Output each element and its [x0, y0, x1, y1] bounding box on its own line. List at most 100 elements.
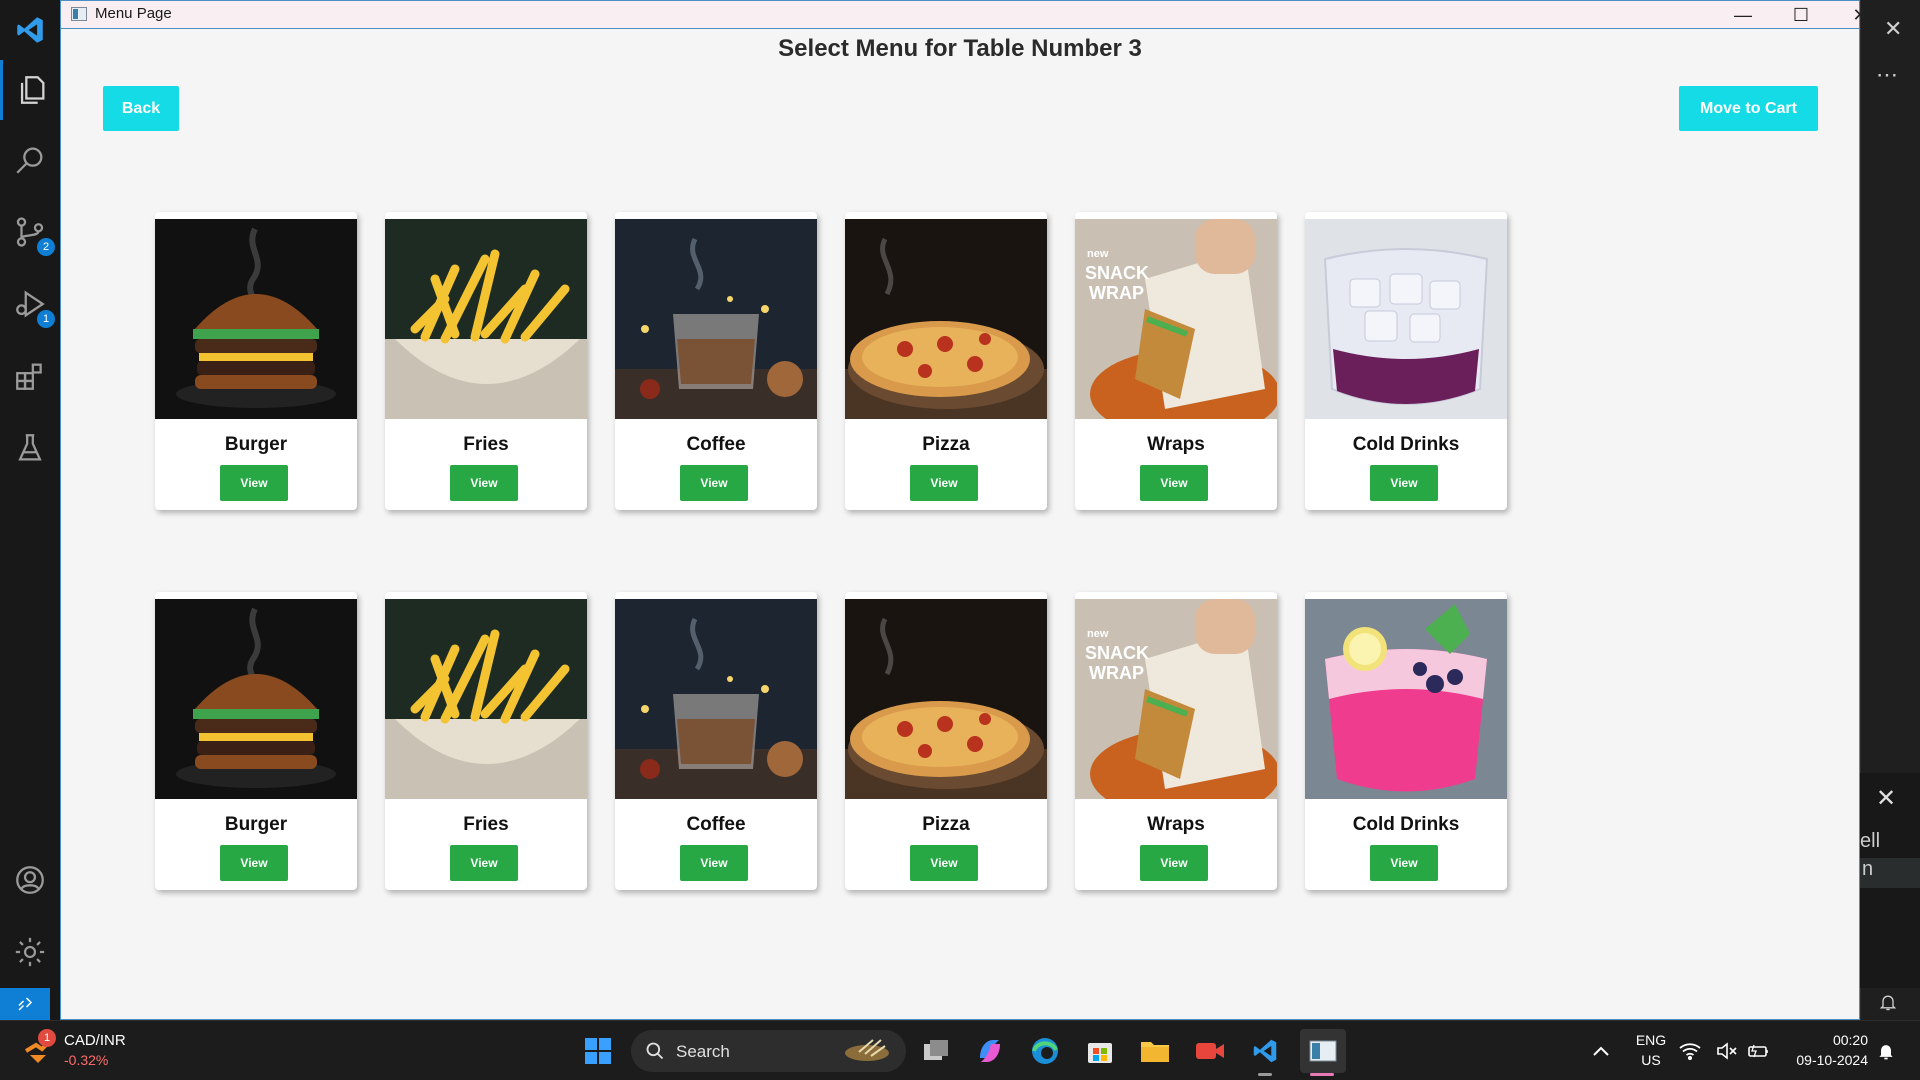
more-actions-icon[interactable]: ⋯ [1876, 62, 1899, 88]
taskbar: 1 CAD/INR -0.32% Search ENG US 00:20 09-… [0, 1020, 1920, 1080]
view-button[interactable]: View [1140, 845, 1208, 881]
menu-item-name: Burger [224, 434, 288, 455]
view-button[interactable]: View [1370, 465, 1438, 501]
menu-item-name: Cold Drinks [1352, 814, 1460, 835]
menu-page-window: Menu Page — ☐ ✕ Select Menu for Table Nu… [60, 0, 1868, 1020]
svg-text:SNACK: SNACK [1085, 643, 1149, 663]
menu-item-name: Fries [463, 434, 509, 455]
remote-indicator-icon[interactable] [0, 988, 50, 1020]
menu-item-name: Cold Drinks [1352, 434, 1460, 455]
back-button[interactable]: Back [103, 86, 179, 131]
menu-card: Fries View [385, 212, 587, 510]
camera-app-icon[interactable] [1190, 1031, 1230, 1071]
battery-icon[interactable] [1746, 1031, 1772, 1071]
view-button[interactable]: View [450, 845, 518, 881]
menu-item-image [155, 599, 357, 799]
page-title: Select Menu for Table Number 3 [778, 35, 1142, 62]
view-button[interactable]: View [680, 465, 748, 501]
search-icon[interactable] [0, 130, 60, 190]
clock-date[interactable]: 09-10-2024 [1778, 1052, 1868, 1068]
run-debug-icon[interactable]: 1 [0, 274, 60, 334]
testing-flask-icon[interactable] [0, 418, 60, 478]
menu-card: Coffee View [615, 592, 817, 890]
menu-item-image [385, 219, 587, 419]
settings-gear-icon[interactable] [0, 922, 60, 982]
view-button[interactable]: View [910, 465, 978, 501]
view-button[interactable]: View [220, 465, 288, 501]
menu-item-name: Pizza [922, 814, 970, 835]
menu-card: Coffee View [615, 212, 817, 510]
menu-item-image [845, 599, 1047, 799]
notifications-bell-icon[interactable] [1878, 992, 1898, 1017]
svg-text:new: new [1087, 628, 1109, 640]
notification-bell-icon[interactable] [1868, 1031, 1904, 1071]
source-control-icon[interactable]: 2 [0, 202, 60, 262]
panel-close-icon[interactable]: ✕ [1876, 784, 1896, 813]
edge-browser-icon[interactable] [1025, 1031, 1065, 1071]
menu-item-image [615, 599, 817, 799]
active-indicator [1310, 1073, 1334, 1076]
view-button[interactable]: View [1140, 465, 1208, 501]
extensions-icon[interactable] [0, 346, 60, 406]
menu-card: Fries View [385, 592, 587, 890]
show-hidden-icons-icon[interactable] [1581, 1031, 1621, 1071]
menu-item-image [1305, 599, 1507, 799]
menu-card: Cold Drinks View [1305, 592, 1507, 890]
menu-item-image [1305, 219, 1507, 419]
menu-card: Burger View [155, 212, 357, 510]
running-indicator [1258, 1073, 1272, 1076]
ticker-label[interactable]: CAD/INR [64, 1032, 126, 1049]
vscode-logo-icon[interactable] [0, 0, 60, 60]
task-view-icon[interactable] [917, 1031, 957, 1071]
start-windows-icon[interactable] [578, 1031, 618, 1071]
menu-item-name: Burger [224, 814, 288, 835]
menu-card: Cold Drinks View [1305, 212, 1507, 510]
menu-item-name: Wraps [1147, 434, 1205, 455]
svg-text:WRAP: WRAP [1089, 663, 1144, 683]
svg-text:WRAP: WRAP [1089, 283, 1144, 303]
menu-card: Pizza View [845, 592, 1047, 890]
panel-text-2[interactable]: n [1860, 858, 1920, 888]
search-highlight-icon [845, 1039, 889, 1061]
menu-item-name: Wraps [1147, 814, 1205, 835]
minimize-button[interactable]: — [1713, 1, 1773, 29]
accounts-icon[interactable] [0, 850, 60, 910]
menu-item-image: new SNACK WRAP [1075, 219, 1277, 419]
widget-badge: 1 [38, 1029, 56, 1047]
language-primary[interactable]: ENG [1628, 1032, 1674, 1048]
app-icon [71, 7, 87, 21]
volume-muted-icon[interactable] [1714, 1031, 1740, 1071]
debug-badge: 1 [37, 310, 55, 328]
language-secondary[interactable]: US [1628, 1052, 1674, 1068]
vscode-activity-bar: 2 1 [0, 0, 60, 1020]
menu-item-name: Pizza [922, 434, 970, 455]
explorer-icon[interactable] [0, 60, 60, 120]
search-label: Search [676, 1042, 730, 1061]
vscode-taskbar-icon[interactable] [1245, 1031, 1285, 1071]
wifi-icon[interactable] [1677, 1031, 1703, 1071]
view-button[interactable]: View [680, 845, 748, 881]
menu-item-image [615, 219, 817, 419]
view-button[interactable]: View [220, 845, 288, 881]
svg-text:SNACK: SNACK [1085, 263, 1149, 283]
menu-item-image: new SNACK WRAP [1075, 599, 1277, 799]
view-button[interactable]: View [1370, 845, 1438, 881]
move-to-cart-button[interactable]: Move to Cart [1679, 86, 1818, 131]
clock-time[interactable]: 00:20 [1778, 1032, 1868, 1048]
menu-app-taskbar-icon[interactable] [1300, 1029, 1346, 1073]
menu-item-name: Coffee [686, 434, 746, 455]
copilot-icon[interactable] [970, 1031, 1010, 1071]
maximize-button[interactable]: ☐ [1771, 1, 1831, 29]
menu-item-image [385, 599, 587, 799]
menu-card: new SNACK WRAP Wraps View [1075, 212, 1277, 510]
view-button[interactable]: View [450, 465, 518, 501]
file-explorer-icon[interactable] [1135, 1031, 1175, 1071]
scm-badge: 2 [37, 238, 55, 256]
view-button[interactable]: View [910, 845, 978, 881]
window-titlebar: Menu Page — ☐ ✕ [61, 1, 1868, 29]
menu-card: Burger View [155, 592, 357, 890]
taskbar-search[interactable]: Search [631, 1030, 906, 1072]
close-window-button[interactable]: ✕ [1830, 1, 1890, 29]
menu-card: Pizza View [845, 212, 1047, 510]
microsoft-store-icon[interactable] [1080, 1031, 1120, 1071]
